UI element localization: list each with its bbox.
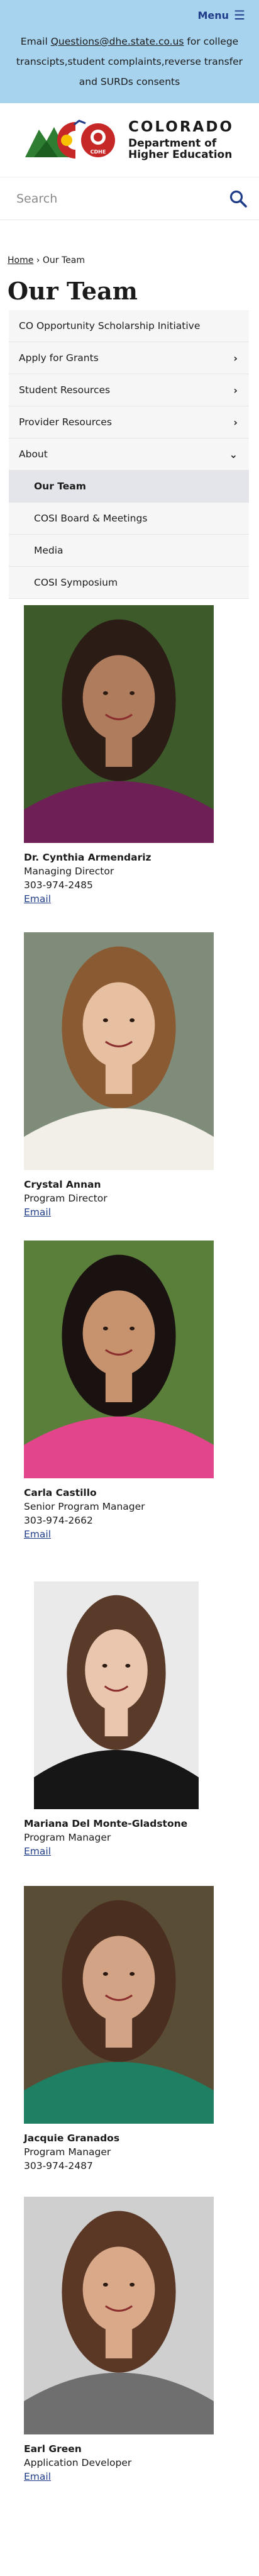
staff-name: Dr. Cynthia Armendariz [24,852,152,863]
staff-email-link[interactable]: Email [24,1529,51,1540]
subnav-item-media[interactable]: Media [9,535,249,567]
staff-card: Carla Castillo Senior Program Manager 30… [24,1241,259,1540]
staff-title: Program Manager [24,1832,111,1843]
nav-item-student-resources[interactable]: Student Resources › [9,374,249,406]
staff-photo [24,1241,214,1478]
staff-card: Mariana Del Monte-Gladstone Program Mana… [24,1581,259,1857]
staff-name: Jacquie Granados [24,2133,120,2144]
breadcrumb: Home › Our Team [0,255,259,265]
department-wordmark: COLORADO Department of Higher Education [128,118,234,161]
subnav-item-our-team[interactable]: Our Team [9,471,249,503]
staff-photo [24,2197,214,2434]
staff-email-link[interactable]: Email [24,1846,51,1857]
staff-name: Mariana Del Monte-Gladstone [24,1818,188,1829]
site-logo[interactable]: CDHE COLORADO Department of Higher Educa… [0,103,259,177]
staff-card: Jacquie Granados Program Manager 303-974… [24,1886,259,2172]
chevron-right-icon: › [233,416,238,428]
staff-title: Senior Program Manager [24,1501,145,1512]
subnav-item-cosi-symposium[interactable]: COSI Symposium [9,567,249,599]
breadcrumb-home-link[interactable]: Home [8,255,33,265]
staff-card: Earl Green Application Developer Email [24,2197,259,2482]
staff-name: Earl Green [24,2443,82,2455]
top-banner: Menu ☰ Email Questions@dhe.state.co.us f… [0,0,259,103]
staff-email-link[interactable]: Email [24,1207,51,1218]
staff-phone: 303-974-2485 [24,879,93,891]
staff-phone: 303-974-2662 [24,1515,93,1526]
contact-notice: Email Questions@dhe.state.co.us for coll… [16,36,243,87]
staff-name: Carla Castillo [24,1487,97,1498]
portrait-image [24,1241,214,1478]
staff-phone: 303-974-2487 [24,2160,93,2172]
staff-name: Crystal Annan [24,1179,101,1190]
staff-photo [24,932,214,1170]
staff-photo [34,1581,199,1809]
staff-email-link[interactable]: Email [24,2471,51,2482]
breadcrumb-current: Our Team [42,255,85,265]
hamburger-icon: ☰ [234,8,245,23]
breadcrumb-separator: › [36,255,40,265]
staff-title: Program Director [24,1193,107,1204]
chevron-right-icon: › [233,352,238,364]
search-icon[interactable] [229,189,248,208]
staff-photo [24,1886,214,2124]
search-input[interactable]: Search [16,192,57,206]
portrait-image [24,932,214,1170]
menu-button[interactable]: Menu ☰ [198,9,246,21]
search-bar[interactable]: Search [0,177,259,220]
staff-card: Crystal Annan Program Director Email [24,932,259,1218]
staff-title: Managing Director [24,866,114,877]
staff-card: Dr. Cynthia Armendariz Managing Director… [24,605,259,905]
staff-title: Program Manager [24,2146,111,2158]
staff-title: Application Developer [24,2457,132,2468]
nav-item-about[interactable]: About ⌄ [9,438,249,471]
portrait-image [24,1886,214,2124]
subnav-item-cosi-board-meetings[interactable]: COSI Board & Meetings [9,503,249,535]
chevron-down-icon: ⌄ [229,448,238,460]
chevron-right-icon: › [233,384,238,396]
staff-email-link[interactable]: Email [24,893,51,905]
nav-item-apply-for-grants[interactable]: Apply for Grants › [9,342,249,374]
portrait-image [34,1581,199,1809]
page-title: Our Team [8,277,138,305]
portrait-image [24,2197,214,2434]
nav-item-provider-resources[interactable]: Provider Resources › [9,406,249,438]
nav-item-cosi[interactable]: CO Opportunity Scholarship Initiative [9,310,249,342]
menu-label: Menu [197,9,229,21]
svg-text:CDHE: CDHE [91,149,106,155]
staff-photo [24,605,214,843]
section-nav: CO Opportunity Scholarship Initiative Ap… [9,310,249,599]
colorado-logo-icon: CDHE [25,118,119,162]
portrait-image [24,605,214,843]
questions-email-link[interactable]: Questions@dhe.state.co.us [51,36,184,47]
